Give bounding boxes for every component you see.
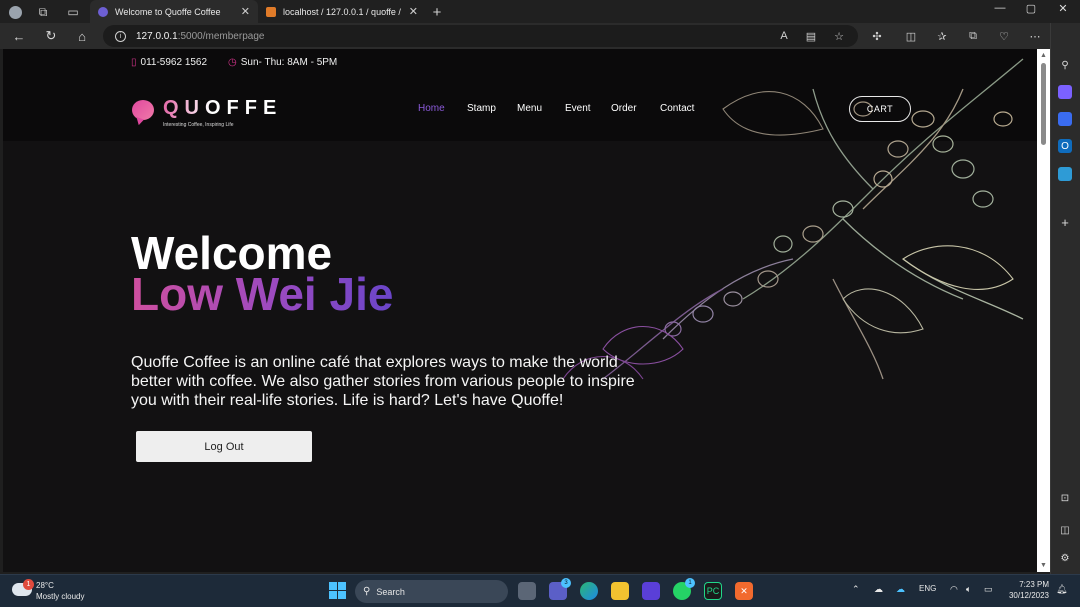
nav-stamp[interactable]: Stamp	[467, 103, 496, 114]
whatsapp-badge: 1	[685, 578, 695, 588]
browser-tab-bar: ⧉ ▭ Welcome to Quoffe Coffee ✕ localhost…	[0, 0, 1080, 23]
volume-icon[interactable]: 🔈︎	[966, 584, 971, 595]
weather-condition: Mostly cloudy	[36, 592, 85, 601]
phone-icon: ▯	[131, 57, 137, 68]
favorite-star-icon[interactable]: ☆	[831, 28, 847, 44]
weather-badge: 1	[23, 579, 34, 590]
more-menu-icon[interactable]: ⋯	[1027, 28, 1043, 44]
clock-icon: ◷	[228, 57, 237, 68]
page-viewport: ▯ 011-5962 1562 ◷ Sun- Thu: 8AM - 5PM QU…	[3, 49, 1037, 572]
whatsapp-icon[interactable]: 1	[673, 578, 695, 600]
refresh-icon[interactable]: ↻	[42, 27, 60, 45]
weather-temperature: 28°C	[36, 581, 54, 590]
outlook-icon[interactable]: O	[1058, 139, 1072, 153]
url-host: 127.0.0.1	[136, 30, 178, 42]
logo-bubble-icon	[132, 100, 154, 120]
search-label: Search	[376, 586, 405, 597]
taskbar-search[interactable]: ⚲ Search	[355, 580, 508, 603]
page-scrollbar[interactable]: ▲ ▼	[1037, 49, 1050, 572]
edge-icon[interactable]	[580, 582, 598, 600]
settings-gear-icon[interactable]: ⚙	[1058, 551, 1072, 565]
hero-member-name: Low Wei Jie	[131, 268, 394, 320]
extensions-icon[interactable]: ✣	[869, 28, 885, 44]
screenshot-icon[interactable]: ⊡	[1058, 491, 1072, 505]
add-sidebar-app-icon[interactable]: +	[1058, 215, 1072, 230]
shopping-icon[interactable]	[1058, 85, 1072, 99]
onedrive-icon[interactable]: ☁	[896, 584, 905, 595]
address-bar-row: ← ↻ ⌂ i 127.0.0.1:5000/memberpage A ▤ ☆ …	[0, 23, 1080, 49]
scroll-down-icon[interactable]: ▼	[1040, 562, 1047, 569]
start-button[interactable]	[329, 582, 346, 599]
url-field[interactable]: i 127.0.0.1:5000/memberpage	[103, 25, 858, 47]
show-hidden-icons-icon[interactable]: ⌃	[852, 584, 860, 595]
workspaces-icon[interactable]: ⧉	[34, 3, 52, 21]
logo-text: QUOFFE	[163, 97, 283, 119]
close-tab-icon[interactable]: ✕	[409, 5, 418, 18]
cart-button[interactable]: CART	[849, 96, 911, 122]
back-icon[interactable]: ←	[10, 27, 28, 45]
phone-info: ▯ 011-5962 1562	[131, 57, 207, 68]
favorites-icon[interactable]: ✰	[934, 28, 950, 44]
windows-taskbar: 1 28°C Mostly cloudy ⚲ Search 3 1 PC ✕ ⌃…	[0, 574, 1080, 607]
teams-icon[interactable]: 3	[549, 578, 571, 600]
battery-icon[interactable]: ▭	[984, 584, 993, 595]
drop-icon[interactable]	[1058, 167, 1072, 181]
collections-icon[interactable]: ⧉	[965, 28, 981, 44]
copilot-app-icon[interactable]	[642, 582, 660, 600]
weather-widget[interactable]: 1 28°C Mostly cloudy	[12, 579, 102, 605]
search-icon: ⚲	[363, 586, 371, 597]
scroll-up-icon[interactable]: ▲	[1040, 52, 1047, 59]
scroll-thumb[interactable]	[1041, 63, 1046, 145]
teams-badge: 3	[561, 578, 571, 588]
clock-date: 30/12/2023	[1008, 591, 1049, 600]
new-tab-button[interactable]: +	[428, 3, 446, 21]
url-path: :5000/memberpage	[177, 30, 265, 42]
clock-time: 7:23 PM	[1019, 580, 1049, 589]
nav-event[interactable]: Event	[565, 103, 591, 114]
site-info-icon[interactable]: i	[115, 30, 126, 42]
nav-menu[interactable]: Menu	[517, 103, 542, 114]
system-clock[interactable]: 7:23 PM 30/12/2023	[1003, 579, 1049, 601]
close-tab-icon[interactable]: ✕	[241, 5, 250, 18]
quoffe-favicon-icon	[98, 6, 108, 17]
performance-icon[interactable]: ♡	[996, 28, 1012, 44]
close-window-icon[interactable]: ✕	[1048, 2, 1078, 15]
logo-tagline: Interesting Coffee, Inspiring Life	[163, 122, 234, 128]
onedrive-cloud-icon[interactable]: ☁	[874, 584, 883, 595]
home-icon[interactable]: ⌂	[73, 27, 91, 45]
pycharm-icon[interactable]: PC	[704, 582, 722, 600]
tab-actions-icon[interactable]: ▭	[64, 3, 82, 21]
minimize-icon[interactable]: —	[985, 2, 1015, 14]
nav-contact[interactable]: Contact	[660, 103, 694, 114]
immersive-reader-icon[interactable]: ▤	[803, 28, 819, 44]
profile-icon[interactable]	[6, 3, 24, 21]
search-icon[interactable]: ⚲	[1058, 58, 1072, 72]
opening-hours: Sun- Thu: 8AM - 5PM	[240, 57, 338, 68]
games-icon[interactable]	[1058, 112, 1072, 126]
nav-home[interactable]: Home	[418, 103, 445, 114]
tab-title: localhost / 127.0.0.1 / quoffe / lo	[283, 6, 403, 17]
tab-title: Welcome to Quoffe Coffee	[115, 6, 221, 17]
wifi-icon[interactable]: ◠	[950, 584, 958, 595]
notification-bell-icon[interactable]: 🔔︎	[1056, 584, 1067, 595]
nav-order[interactable]: Order	[611, 103, 637, 114]
hero-description: Quoffe Coffee is an online café that exp…	[131, 354, 635, 409]
xampp-icon[interactable]: ✕	[735, 582, 753, 600]
sidebar-toggle-icon[interactable]: ◫	[1058, 523, 1072, 537]
tab-phpmyadmin[interactable]: localhost / 127.0.0.1 / quoffe / lo ✕	[258, 0, 426, 23]
language-indicator[interactable]: ENG	[919, 584, 936, 593]
file-explorer-icon[interactable]	[611, 582, 629, 600]
task-view-icon[interactable]	[518, 582, 536, 600]
logout-button[interactable]: Log Out	[136, 431, 312, 462]
maximize-icon[interactable]: ▢	[1016, 2, 1046, 15]
phone-number: 011-5962 1562	[140, 57, 208, 68]
read-aloud-icon[interactable]: A	[776, 28, 792, 44]
hours-info: ◷ Sun- Thu: 8AM - 5PM	[228, 57, 337, 68]
tab-quoffe[interactable]: Welcome to Quoffe Coffee ✕	[90, 0, 258, 23]
site-logo[interactable]: QUOFFE Interesting Coffee, Inspiring Lif…	[132, 97, 276, 131]
edge-sidebar: ⚲ O + ⊡ ◫ ⚙	[1050, 23, 1080, 576]
phpmyadmin-favicon-icon	[266, 6, 276, 17]
split-screen-icon[interactable]: ◫	[903, 28, 919, 44]
